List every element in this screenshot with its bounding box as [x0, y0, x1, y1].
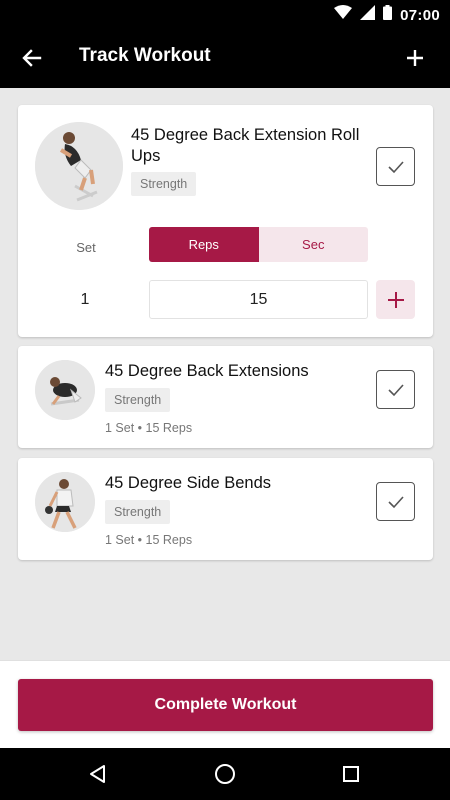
- battery-icon: [383, 5, 393, 25]
- exercise-thumbnail: [35, 472, 95, 532]
- category-badge: Strength: [105, 388, 171, 412]
- signal-icon: [360, 5, 376, 25]
- exercise-name: 45 Degree Back Extension Roll Ups: [131, 126, 360, 165]
- reps-input[interactable]: 15: [149, 280, 368, 319]
- exercise-name: 45 Degree Back Extensions: [105, 362, 309, 380]
- complete-exercise-button[interactable]: [376, 370, 415, 409]
- exercise-card[interactable]: 45 Degree Side Bends Strength 1 Set • 15…: [18, 458, 433, 560]
- reps-option[interactable]: Reps: [149, 227, 259, 262]
- wifi-icon: [334, 5, 353, 25]
- checkmark-icon: [387, 383, 404, 396]
- circle-home-icon: [215, 764, 235, 784]
- complete-workout-button[interactable]: Complete Workout: [18, 679, 433, 731]
- status-time: 07:00: [400, 6, 440, 24]
- checkmark-icon: [387, 160, 404, 173]
- category-badge: Strength: [105, 500, 171, 524]
- reps-sec-toggle: Reps Sec: [149, 227, 368, 262]
- checkmark-icon: [387, 495, 404, 508]
- complete-exercise-button[interactable]: [376, 147, 415, 186]
- add-exercise-button[interactable]: [400, 43, 430, 73]
- nav-recents-button[interactable]: [337, 760, 365, 788]
- plus-icon: [387, 291, 404, 308]
- arrow-left-icon: [22, 49, 42, 67]
- exercise-card[interactable]: 45 Degree Back Extensions Strength 1 Set…: [18, 346, 433, 448]
- exercise-thumbnail: [35, 360, 95, 420]
- set-number: 1: [80, 291, 90, 308]
- exercise-name: 45 Degree Side Bends: [105, 474, 272, 492]
- triangle-back-icon: [90, 765, 105, 783]
- exercise-summary: 1 Set • 15 Reps: [105, 421, 193, 435]
- system-nav-bar: [0, 748, 450, 800]
- app-bar: Track Workout: [0, 28, 450, 88]
- nav-home-button[interactable]: [211, 760, 239, 788]
- square-recents-icon: [343, 766, 359, 782]
- set-column-label: Set: [76, 240, 96, 255]
- complete-exercise-button[interactable]: [376, 482, 415, 521]
- plus-icon: [407, 50, 423, 66]
- exercise-thumbnail: [35, 122, 123, 210]
- nav-back-button[interactable]: [84, 760, 112, 788]
- exercise-list: 45 Degree Back Extension Roll Ups Streng…: [0, 88, 450, 660]
- sec-option[interactable]: Sec: [258, 227, 368, 262]
- bottom-action-panel: Complete Workout: [0, 660, 450, 748]
- status-bar: 07:00: [0, 0, 450, 28]
- page-title: Track Workout: [79, 45, 211, 66]
- add-set-button[interactable]: [376, 280, 415, 319]
- exercise-card-active[interactable]: 45 Degree Back Extension Roll Ups Streng…: [18, 105, 433, 337]
- category-badge: Strength: [131, 172, 197, 196]
- exercise-summary: 1 Set • 15 Reps: [105, 533, 193, 547]
- back-button[interactable]: [18, 43, 48, 73]
